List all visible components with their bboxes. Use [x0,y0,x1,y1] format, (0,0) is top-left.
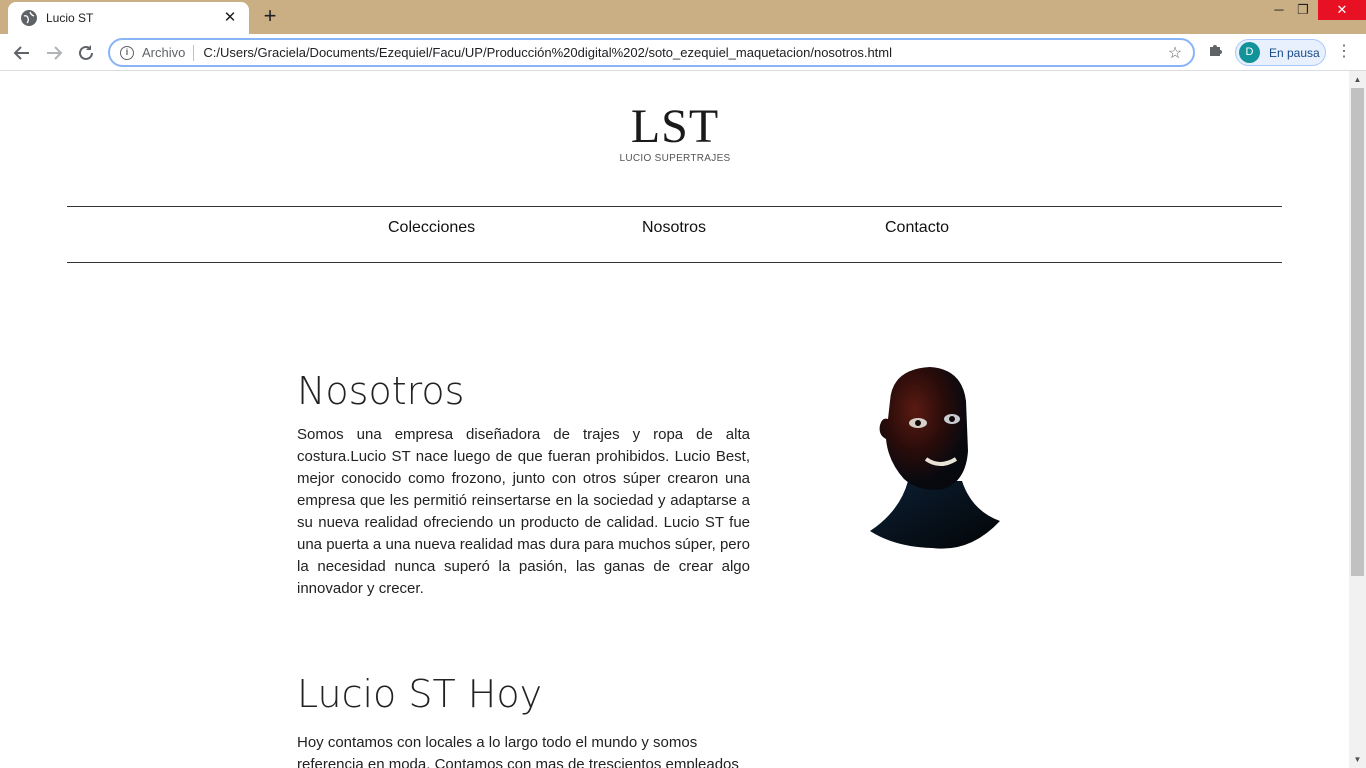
section-body-lucio-st-hoy: Hoy contamos con locales a lo largo todo… [297,734,739,768]
bookmark-star-icon[interactable]: ☆ [1165,43,1185,63]
section-title-nosotros: Nosotros [297,369,465,413]
scroll-down-arrow-icon[interactable]: ▼ [1349,751,1366,768]
scroll-up-arrow-icon[interactable]: ▲ [1349,71,1366,88]
site-logo[interactable]: LST LUCIO SUPERTRAJES [600,100,750,165]
avatar: D [1239,42,1260,63]
arrow-right-icon [47,46,63,60]
close-tab-icon[interactable]: ✕ [221,9,239,27]
address-bar[interactable]: i Archivo C:/Users/Graciela/Documents/Ez… [108,38,1195,67]
logo-subtitle: LUCIO SUPERTRAJES [619,153,731,164]
browser-tab[interactable]: Lucio ST ✕ [8,2,249,34]
back-button[interactable] [10,41,34,65]
browser-tab-strip: Lucio ST ✕ + ─ ❐ ✕ [0,0,1366,34]
globe-icon [21,10,37,26]
scrollbar-thumb[interactable] [1351,88,1364,576]
new-tab-button[interactable]: + [259,5,281,27]
profile-status: En pausa [1269,45,1320,60]
nav-divider-top [67,206,1282,207]
close-window-button[interactable]: ✕ [1318,0,1366,20]
reload-icon [79,45,93,60]
profile-button[interactable]: D En pausa [1235,39,1326,66]
nav-link-contacto[interactable]: Contacto [885,218,949,238]
nav-link-nosotros[interactable]: Nosotros [642,218,706,238]
omnibox-divider [193,44,195,61]
extensions-puzzle-icon[interactable] [1206,42,1226,62]
tab-title: Lucio ST [46,11,94,25]
browser-toolbar: i Archivo C:/Users/Graciela/Documents/Ez… [0,34,1366,71]
page-scrollbar[interactable]: ▲ ▼ [1349,71,1366,768]
nav-divider-bottom [67,262,1282,263]
site-type-label: Archivo [142,45,186,60]
forward-button[interactable] [42,41,66,65]
section-body-nosotros: Somos una empresa diseñadora de trajes y… [297,426,750,597]
portrait-image [870,367,1000,549]
nav-link-colecciones[interactable]: Colecciones [388,218,475,238]
more-menu-icon[interactable]: ⋮ [1336,42,1352,62]
logo-mark: LST [630,100,720,153]
section-title-lucio-st-hoy: Lucio ST Hoy [297,672,543,716]
info-icon[interactable]: i [120,45,134,60]
url-text[interactable]: C:/Users/Graciela/Documents/Ezequiel/Fac… [203,45,1165,60]
web-page: LST LUCIO SUPERTRAJES Colecciones Nosotr… [0,71,1349,768]
reload-button[interactable] [74,41,98,65]
arrow-left-icon [13,46,29,60]
